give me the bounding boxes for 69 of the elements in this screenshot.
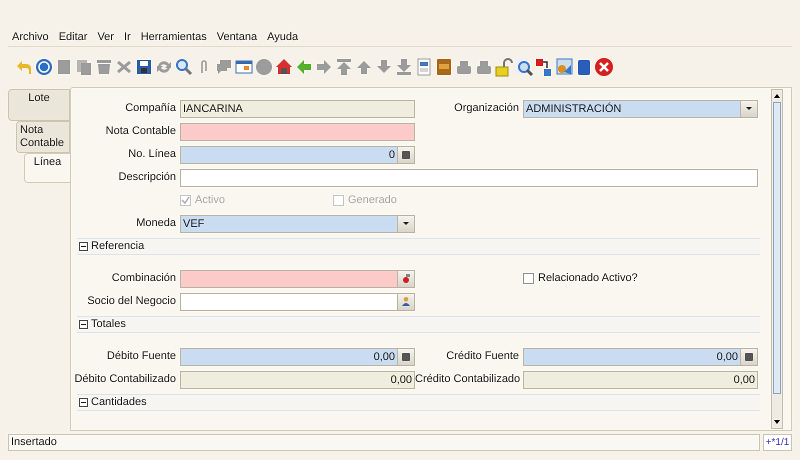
field-label: No. Línea [127,147,177,162]
collapse-icon[interactable] [79,242,88,251]
calculator-icon [402,352,410,360]
field-label: Nota Contable [104,124,177,140]
menu-item[interactable]: Ayuda [263,28,302,46]
field-label: Socio del Negocio [86,294,177,310]
checkbox[interactable]: Relacionado Activo? [523,270,638,287]
lookup-button[interactable] [397,294,414,310]
field-label: Moneda [135,216,177,232]
input-field[interactable]: VEF [180,214,415,232]
calculator-button[interactable] [740,348,757,364]
section-header[interactable]: Referencia [77,238,760,255]
menu-item[interactable]: Ver [93,28,118,46]
menu-item[interactable]: Editar [54,28,92,46]
calculator-button[interactable] [397,348,414,364]
input-field[interactable]: 0,00 [180,370,415,388]
input-field[interactable]: 0 [180,146,415,164]
dropdown-button[interactable] [397,216,414,232]
field-label: Compañía [124,101,177,116]
save-icon[interactable] [134,57,154,77]
cabinet-icon[interactable] [434,57,454,77]
dropdown-caret-icon [403,222,409,225]
tab[interactable]: Nota Contable [16,121,70,153]
checkmark-icon [181,196,190,205]
lookup-button[interactable] [397,270,414,286]
menu-item[interactable]: Ir [120,28,135,46]
person-icon [402,297,410,306]
input-field[interactable]: ADMINISTRACIÓN [523,100,758,118]
account-icon [402,274,410,283]
input-field[interactable]: 0,00 [523,348,758,366]
scrollbar[interactable] [771,89,783,429]
field-label: Combinación [110,271,177,286]
input-field[interactable] [180,292,415,310]
transfer-icon[interactable] [534,57,554,77]
zoom-icon[interactable] [514,57,534,77]
close-icon[interactable] [594,57,614,77]
section-header[interactable]: Totales [77,316,760,333]
field-label: Crédito Fuente [445,349,520,364]
input-field[interactable] [180,168,758,186]
tab[interactable]: Lote [8,89,70,121]
field-label: Organización [453,101,520,116]
field-label: Descripción [118,170,177,186]
image-icon[interactable] [554,57,574,77]
field-label: Débito Fuente [106,349,177,364]
home-icon[interactable] [274,57,294,77]
calculator-icon [402,150,410,158]
record-indicator[interactable]: +*1/1 [763,434,792,451]
field-label: Crédito Contabilizado [415,372,521,388]
section-header[interactable]: Cantidades [77,394,760,411]
search-icon[interactable] [174,57,194,77]
dropdown-button[interactable] [740,100,757,116]
menu-item[interactable]: Ventana [212,28,262,46]
collapse-icon[interactable] [79,398,88,407]
padlock-icon[interactable] [494,57,514,77]
menu-item[interactable]: Herramientas [136,28,211,46]
status-message: Insertado [8,434,760,451]
tab[interactable]: Línea [24,153,70,183]
input-field[interactable]: IANCARINA [180,100,415,118]
input-field[interactable]: 0,00 [523,370,758,388]
calculator-icon [745,352,753,360]
collapse-icon[interactable] [79,320,88,329]
field-label: Débito Contabilizado [73,372,177,388]
input-field[interactable]: 0,00 [180,348,415,366]
menu-item[interactable]: Archivo [8,28,53,46]
dropdown-caret-icon [746,107,752,110]
input-field[interactable] [180,270,415,288]
help-icon[interactable] [34,57,54,77]
calculator-button[interactable] [397,146,414,162]
input-field[interactable] [180,122,415,140]
